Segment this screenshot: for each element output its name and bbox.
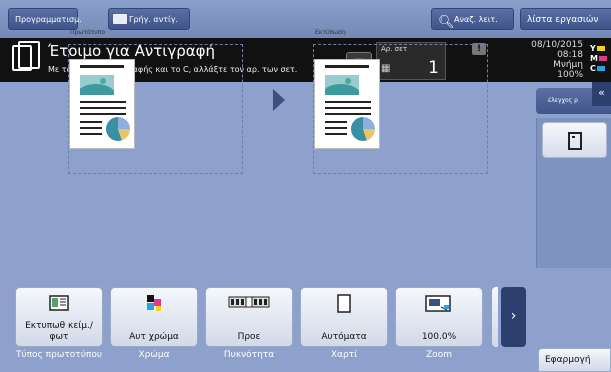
paper-key[interactable]: Αυτόματα (300, 287, 388, 347)
double-chevron-left-icon: « (598, 86, 605, 99)
quick-copy-label: Γρήγ. αντίγ. (129, 15, 178, 24)
document-icon (568, 132, 582, 150)
toner-magenta: M (590, 54, 611, 64)
toner-levels: Y M C (590, 44, 611, 74)
quick-copy-button[interactable]: Γρήγ. αντίγ. (108, 8, 190, 30)
time: 08:18 (557, 50, 583, 60)
color-value: Αυτ χρώμα (129, 332, 179, 342)
search-icon: 🔍︎ (438, 15, 455, 30)
density-value: Προε (237, 332, 261, 342)
job-list-label: λίστα εργασιών (527, 15, 599, 25)
job-list-button[interactable]: λίστα εργασιών (520, 8, 611, 30)
memory-value: 100% (557, 70, 583, 80)
zoom-icon (396, 294, 482, 318)
paper-label: Χαρτί (330, 350, 358, 360)
collapse-panel-button[interactable]: « (592, 82, 611, 106)
copier-icon (113, 14, 127, 24)
paper-icon (301, 294, 387, 318)
density-key[interactable]: Προε (205, 287, 293, 347)
check-details-label: έλεγχος ρ (548, 97, 578, 104)
programs-label: Προγραμματισμ. (15, 15, 82, 24)
toner-yellow: Y (590, 44, 611, 54)
zoom-key[interactable]: 100.0% (395, 287, 483, 347)
clock: 08/10/2015 08:18 Μνήμη 100% (498, 40, 583, 80)
color-key[interactable]: Αυτ χρώμα (110, 287, 198, 347)
date: 08/10/2015 (531, 40, 583, 50)
chevron-right-icon: › (510, 308, 517, 324)
density-label: Πυκνότητα (223, 350, 275, 360)
color-icon (111, 294, 197, 316)
apply-button[interactable]: Εφαρμογή (538, 348, 611, 372)
function-search-button[interactable]: 🔍︎ Αναζ. λειτ. (431, 8, 514, 30)
original-type-key[interactable]: Εκτυπωθ κείμ./φωτ (15, 287, 103, 347)
zoom-value: 100.0% (421, 332, 457, 342)
original-type-value: Εκτυπωθ κείμ./φωτ (25, 321, 93, 342)
next-function-key-edge (492, 287, 498, 347)
original-preview (68, 44, 243, 174)
arrow-right-icon (273, 89, 285, 111)
programs-button[interactable]: Προγραμματισμ. (8, 8, 82, 30)
paper-value: Αυτόματα (321, 332, 367, 342)
memory-label: Μνήμη (553, 60, 583, 70)
copy-document-icon (12, 41, 40, 71)
function-search-label: Αναζ. λειτ. (454, 15, 498, 24)
zoom-label: Zoom (426, 350, 452, 360)
toner-cyan: C (590, 64, 611, 74)
text-photo-icon (16, 294, 102, 316)
side-document-button[interactable] (542, 122, 607, 158)
original-label: Πρωτότυπο (70, 29, 105, 36)
original-type-label: Τύπος πρωτοτύπου (15, 350, 103, 360)
output-preview (313, 44, 488, 174)
original-page-icon (69, 59, 135, 149)
density-icon (206, 294, 292, 314)
next-page-button[interactable]: › (501, 287, 526, 347)
color-label: Χρώμα (138, 350, 170, 360)
output-page-icon (314, 59, 380, 149)
apply-label: Εφαρμογή (545, 355, 591, 365)
output-label: Εκτύπωση (315, 29, 346, 36)
